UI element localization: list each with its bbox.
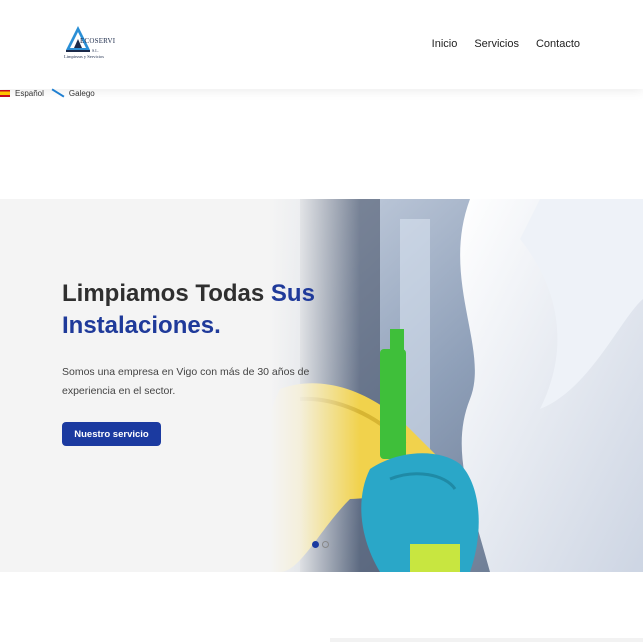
hero-title-accent-1: Sus <box>270 280 315 307</box>
main-nav: Inicio Servicios Contacto <box>432 38 580 50</box>
hero-title-accent-2: Instalaciones. <box>62 312 221 339</box>
slider-dot-2[interactable] <box>322 541 329 548</box>
galicia-flag-icon <box>52 89 64 97</box>
lang-galician[interactable]: Galego <box>52 89 95 98</box>
nuestro-servicio-button[interactable]: Nuestro servicio <box>62 422 161 446</box>
lang-spanish[interactable]: Español <box>0 89 44 98</box>
logo-tagline: Limpiezas y Servicios <box>64 54 104 59</box>
lang-galician-label: Galego <box>68 88 95 98</box>
logo-suffix: S.L. <box>92 48 99 53</box>
slider-dot-1[interactable] <box>312 541 319 548</box>
site-header: ECOSERVI S.L. Limpiezas y Servicios Inic… <box>0 0 643 89</box>
spain-flag-icon <box>0 89 10 97</box>
nav-contacto[interactable]: Contacto <box>536 38 580 50</box>
slider-pagination <box>312 541 329 548</box>
hero-description: Somos una empresa en Vigo con más de 30 … <box>62 366 310 397</box>
language-switcher: Español Galego <box>0 87 95 99</box>
logo-name: ECOSERVI <box>80 37 116 45</box>
nav-servicios[interactable]: Servicios <box>474 38 519 50</box>
hero-slider: Limpiamos Todas Sus Instalaciones. Somos… <box>0 199 643 572</box>
section-divider <box>330 638 643 642</box>
hero-title: Limpiamos Todas Sus Instalaciones. <box>62 278 382 342</box>
hero-title-main: Limpiamos Todas <box>62 280 271 307</box>
nav-inicio[interactable]: Inicio <box>432 38 458 50</box>
lang-spanish-label: Español <box>15 88 44 98</box>
